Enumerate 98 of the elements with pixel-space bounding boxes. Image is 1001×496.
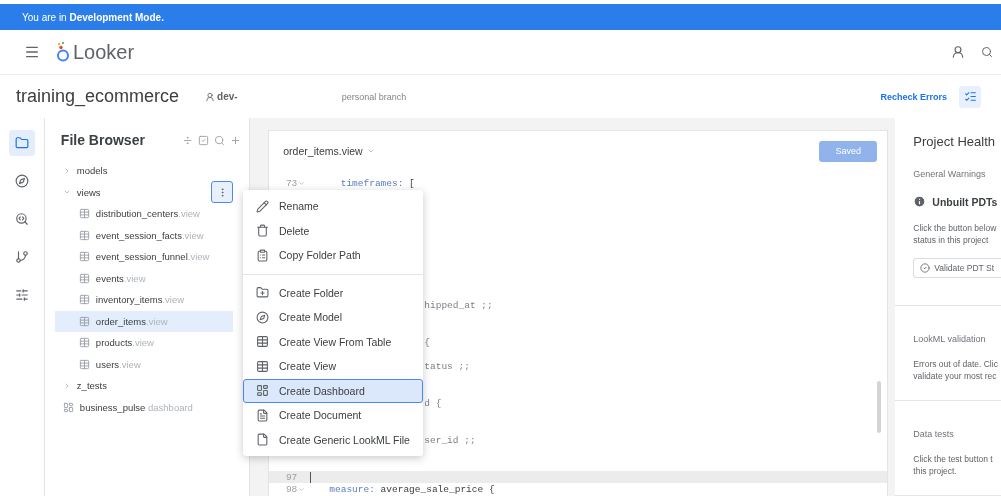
select-icon[interactable]	[198, 134, 210, 146]
file-name: z_tests	[76, 380, 107, 392]
add-icon[interactable]	[230, 134, 242, 146]
branch-label: personal branch	[341, 91, 407, 102]
folder-plus-icon	[256, 286, 269, 300]
line-number: 73	[284, 177, 298, 189]
file-name: views	[76, 186, 101, 198]
section-heading: LookML validation	[913, 334, 987, 344]
person-icon[interactable]	[951, 45, 965, 59]
branch-user: dev-	[217, 91, 238, 102]
file-name: event_session_facts.view	[95, 229, 204, 241]
project-title: training_ecommerce	[16, 86, 180, 107]
table-icon	[78, 208, 90, 220]
file-tree-item[interactable]: users.view	[54, 353, 234, 375]
file-name: distribution_centers.view	[95, 208, 200, 220]
checklist-icon	[963, 90, 977, 103]
table-icon	[256, 359, 269, 373]
dashboard-icon	[256, 384, 269, 398]
table-icon	[78, 294, 90, 306]
panel-toggle-button[interactable]	[959, 85, 981, 108]
line-number: 97	[284, 471, 298, 483]
recheck-errors-link[interactable]: Recheck Errors	[880, 91, 947, 102]
menu-item[interactable]: Create Model	[243, 305, 423, 330]
file-tree-item[interactable]: business_pulse dashboard	[54, 396, 234, 418]
logo-icon	[56, 41, 70, 63]
file-tree-item[interactable]: z_tests	[54, 375, 234, 397]
file-name: inventory_items.view	[95, 294, 185, 306]
table-icon	[78, 337, 90, 349]
file-name: order_items.view	[95, 315, 168, 327]
search-icon[interactable]	[214, 134, 226, 146]
text-cursor	[310, 471, 312, 483]
trash-icon	[256, 224, 269, 238]
section-text: Errors out of date. Clic validate your most rec	[913, 358, 999, 382]
line-number: 98	[284, 483, 298, 495]
menu-item[interactable]: Create View	[243, 354, 423, 379]
file-tree-item[interactable]: models	[54, 160, 234, 182]
file-name: events.view	[95, 272, 146, 284]
file-tree-item[interactable]: order_items.view	[54, 310, 234, 332]
panel-title: Project Health	[912, 133, 996, 149]
file-tree-item[interactable]: event_session_funnel.view	[54, 246, 234, 268]
menu-item[interactable]: Create Folder	[243, 280, 423, 305]
code-line: hipped_at ;;	[424, 300, 493, 312]
code-line: d {	[424, 398, 442, 410]
dashboard-icon	[62, 401, 74, 413]
menu-item[interactable]: Create Generic LookML File	[243, 427, 423, 452]
logo-text: Looker	[73, 40, 135, 64]
caret-icon	[366, 147, 375, 155]
section-text: Click the button below status in this project	[913, 222, 998, 246]
file-name: users.view	[95, 358, 141, 370]
file-name: event_session_funnel.view	[95, 251, 210, 263]
menu-item[interactable]: Rename	[243, 194, 423, 219]
menu-item[interactable]: Delete	[243, 218, 423, 243]
table-icon	[78, 229, 90, 241]
table-icon	[256, 335, 269, 349]
clipboard-icon	[256, 248, 269, 262]
file-tree-item[interactable]: event_session_facts.view	[54, 224, 234, 246]
section-text: Click the test button t this project.	[913, 453, 994, 477]
table-icon	[78, 358, 90, 370]
code-line: ser_id ;;	[424, 434, 476, 446]
menu-item[interactable]: Create Dashboard	[243, 378, 423, 403]
file-name: products.view	[95, 337, 154, 349]
menu-item[interactable]: Copy Folder Path	[243, 243, 423, 268]
pencil-icon	[256, 199, 269, 213]
compass-icon	[256, 310, 269, 324]
menu-item[interactable]: Create View From Table	[243, 329, 423, 354]
table-icon	[78, 272, 90, 284]
file-tab[interactable]: order_items.view	[283, 145, 375, 157]
file-tree-item[interactable]: products.view	[54, 332, 234, 354]
person-icon	[205, 91, 216, 102]
file-tree-item[interactable]: inventory_items.view	[54, 289, 234, 311]
code-line: measure: average_sale_price {	[329, 483, 495, 495]
document-icon	[256, 408, 269, 422]
warning-title: Unbuilt PDTs	[932, 195, 998, 208]
section-heading: Data tests	[913, 429, 955, 439]
search-icon[interactable]	[981, 46, 993, 58]
scrollbar-thumb[interactable]	[877, 381, 882, 433]
banner-text: You are in Development Mode.	[22, 11, 164, 23]
file-tree-item[interactable]: views	[54, 181, 234, 203]
file-name: business_pulse dashboard	[79, 401, 193, 413]
file-icon	[256, 433, 269, 447]
code-line: timeframes: [	[339, 177, 415, 189]
menu-item[interactable]: Create Document	[243, 403, 423, 428]
code-line: tatus ;;	[424, 361, 470, 373]
folder-icon[interactable]	[8, 130, 35, 156]
section-heading: General Warnings	[913, 169, 987, 179]
collapse-icon[interactable]	[182, 134, 194, 146]
check-circle-icon	[920, 263, 931, 273]
validate-button[interactable]: Validate PDT St	[913, 258, 1001, 278]
table-icon	[78, 251, 90, 263]
code-line: {	[424, 336, 430, 348]
file-tree-item[interactable]: events.view	[54, 267, 234, 289]
file-tree-item[interactable]: distribution_centers.view	[54, 203, 234, 225]
file-browser-title: File Browser	[60, 132, 146, 148]
file-name: models	[76, 165, 108, 177]
more-button[interactable]	[211, 181, 234, 204]
table-icon	[78, 315, 90, 327]
menu-icon[interactable]	[24, 44, 40, 60]
info-icon	[913, 195, 927, 208]
